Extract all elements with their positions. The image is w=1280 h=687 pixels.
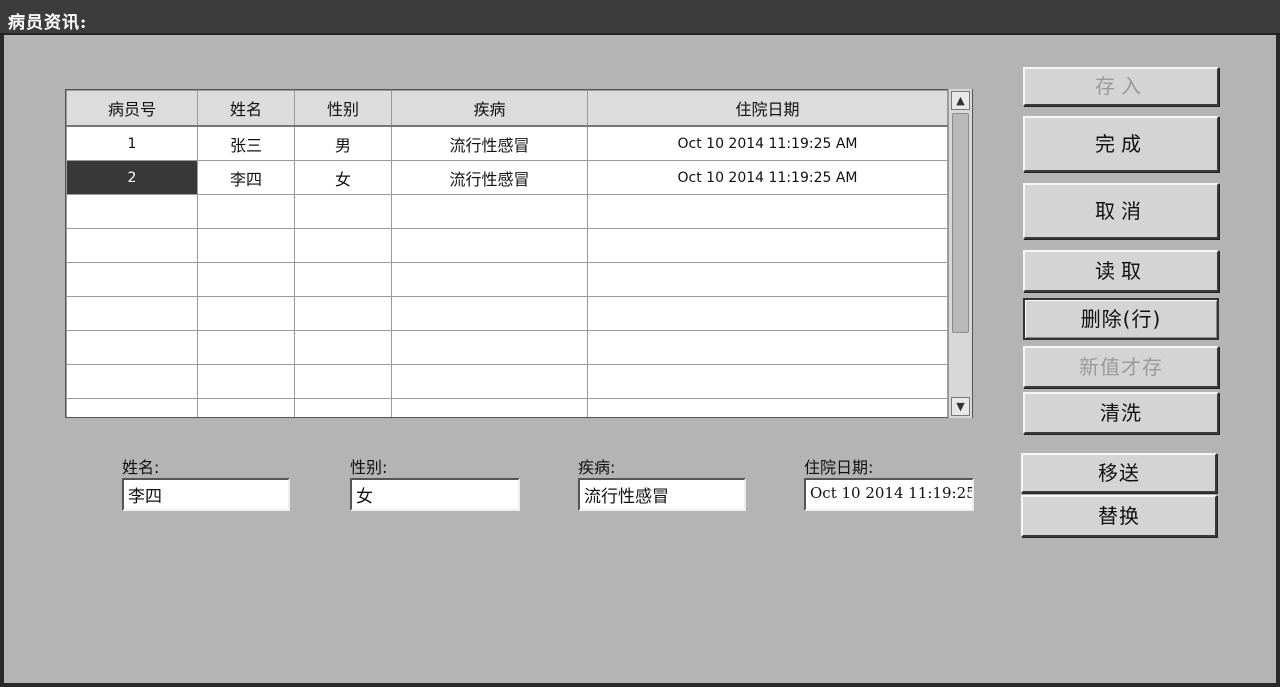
save-button[interactable]: 存入 bbox=[1023, 67, 1219, 106]
table-row[interactable]: 1 张三 男 流行性感冒 Oct 10 2014 11:19:25 AM bbox=[66, 125, 948, 161]
window-frame-left bbox=[0, 35, 4, 687]
title-bar: 病员资讯: bbox=[0, 0, 1280, 35]
cell-id-selected[interactable]: 2 bbox=[66, 160, 198, 195]
delete-row-button[interactable]: 删除(行) bbox=[1023, 298, 1219, 340]
table-row[interactable]: 2 李四 女 流行性感冒 Oct 10 2014 11:19:25 AM bbox=[66, 160, 948, 195]
cancel-button[interactable]: 取消 bbox=[1023, 183, 1219, 239]
patient-grid[interactable]: 病员号 姓名 性别 疾病 住院日期 1 张三 男 流行性感冒 Oct 10 20… bbox=[65, 89, 973, 418]
cell-name[interactable]: 李四 bbox=[197, 160, 295, 195]
cell-gender[interactable]: 男 bbox=[294, 125, 392, 161]
replace-button[interactable]: 替换 bbox=[1021, 495, 1217, 537]
cell-disease[interactable]: 流行性感冒 bbox=[391, 125, 588, 161]
read-button[interactable]: 读取 bbox=[1023, 250, 1219, 292]
cell-disease[interactable]: 流行性感冒 bbox=[391, 160, 588, 195]
name-label: 姓名: bbox=[122, 458, 160, 477]
disease-label: 疾病: bbox=[578, 458, 616, 477]
date-field[interactable]: Oct 10 2014 11:19:25 AM bbox=[804, 478, 974, 511]
date-label: 住院日期: bbox=[804, 458, 874, 477]
scroll-down-arrow-icon[interactable]: ▼ bbox=[951, 397, 970, 416]
header-row: 病员号 姓名 性别 疾病 住院日期 bbox=[66, 90, 948, 127]
empty-row[interactable] bbox=[66, 398, 948, 417]
finish-button[interactable]: 完成 bbox=[1023, 116, 1219, 172]
move-button[interactable]: 移送 bbox=[1021, 453, 1217, 493]
cell-date[interactable]: Oct 10 2014 11:19:25 AM bbox=[587, 125, 948, 161]
scroll-thumb[interactable] bbox=[952, 113, 969, 333]
column-header-name[interactable]: 姓名 bbox=[197, 90, 295, 127]
name-field[interactable]: 李四 bbox=[122, 478, 290, 511]
empty-row[interactable] bbox=[66, 228, 948, 263]
empty-row[interactable] bbox=[66, 262, 948, 297]
cell-gender[interactable]: 女 bbox=[294, 160, 392, 195]
cell-id[interactable]: 1 bbox=[66, 125, 198, 161]
window-frame-bottom bbox=[0, 683, 1280, 687]
grid-vertical-scrollbar[interactable]: ▲ ▼ bbox=[948, 89, 972, 418]
empty-row[interactable] bbox=[66, 330, 948, 365]
column-header-disease[interactable]: 疾病 bbox=[391, 90, 588, 127]
column-header-date[interactable]: 住院日期 bbox=[587, 90, 948, 127]
cell-name[interactable]: 张三 bbox=[197, 125, 295, 161]
empty-row[interactable] bbox=[66, 364, 948, 399]
empty-row[interactable] bbox=[66, 296, 948, 331]
column-header-id[interactable]: 病员号 bbox=[66, 90, 198, 127]
empty-row[interactable] bbox=[66, 194, 948, 229]
disease-field[interactable]: 流行性感冒 bbox=[578, 478, 746, 511]
window-frame-right bbox=[1276, 35, 1280, 687]
clear-button[interactable]: 清洗 bbox=[1023, 392, 1219, 434]
scroll-up-arrow-icon[interactable]: ▲ bbox=[951, 91, 970, 110]
window-title: 病员资讯: bbox=[8, 13, 88, 33]
patient-table: 病员号 姓名 性别 疾病 住院日期 1 张三 男 流行性感冒 Oct 10 20… bbox=[66, 90, 948, 417]
gender-label: 性别: bbox=[350, 458, 388, 477]
save-new-button[interactable]: 新值才存 bbox=[1023, 346, 1219, 388]
column-header-gender[interactable]: 性别 bbox=[294, 90, 392, 127]
gender-field[interactable]: 女 bbox=[350, 478, 520, 511]
cell-date[interactable]: Oct 10 2014 11:19:25 AM bbox=[587, 160, 948, 195]
